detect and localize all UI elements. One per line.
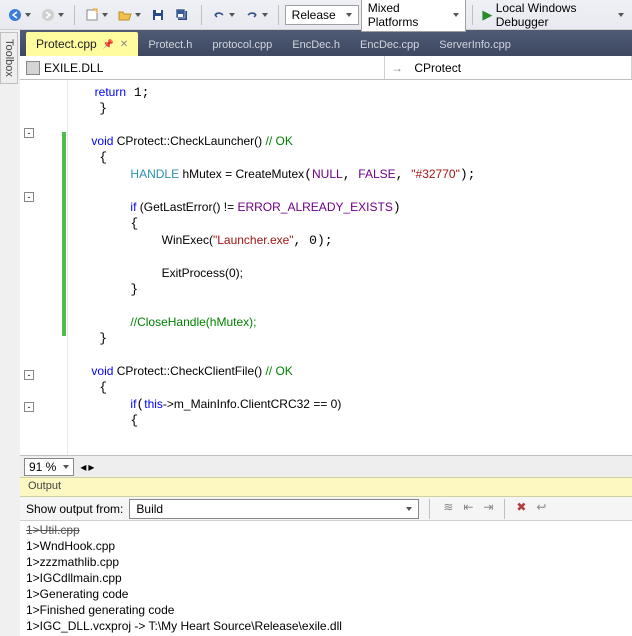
fold-toggle[interactable]: - xyxy=(24,192,34,202)
output-source-combo[interactable]: Build xyxy=(129,499,419,519)
scope-project[interactable]: EXILE.DLL xyxy=(20,56,385,79)
fold-toggle[interactable]: - xyxy=(24,370,34,380)
next-message-icon[interactable]: ⇥ xyxy=(480,499,496,515)
start-debug-button[interactable]: ▶ Local Windows Debugger xyxy=(478,0,628,31)
nav-fwd-icon[interactable]: ▸ xyxy=(88,460,94,474)
prev-message-icon[interactable]: ⇤ xyxy=(460,499,476,515)
fold-toggle[interactable]: - xyxy=(24,128,34,138)
tab-protocol-cpp[interactable]: protocol.cpp xyxy=(202,34,282,56)
redo-button[interactable] xyxy=(241,6,272,24)
output-toolbar: Show output from: Build ≋ ⇤ ⇥ ✖ ↩ xyxy=(20,497,632,521)
save-button[interactable] xyxy=(147,6,169,24)
back-button[interactable] xyxy=(4,6,35,24)
code-editor[interactable]: - - - - return 1; } void CProtect::Check… xyxy=(20,80,632,455)
scope-bar: EXILE.DLL → CProtect xyxy=(20,56,632,80)
tab-protect-h[interactable]: Protect.h xyxy=(138,34,202,56)
new-project-button[interactable] xyxy=(81,6,112,24)
tab-encdec-cpp[interactable]: EncDec.cpp xyxy=(350,34,429,56)
main-toolbar: Release Mixed Platforms ▶ Local Windows … xyxy=(0,0,632,30)
toolbox-sidetab[interactable]: Toolbox xyxy=(0,32,18,84)
show-output-label: Show output from: xyxy=(26,502,123,516)
pin-icon[interactable]: 📌 xyxy=(103,39,114,50)
platform-combo[interactable]: Mixed Platforms xyxy=(361,0,466,32)
wrap-icon[interactable]: ↩ xyxy=(533,499,549,515)
undo-button[interactable] xyxy=(208,6,239,24)
zoom-combo[interactable]: 91 % xyxy=(24,458,74,476)
zoom-bar: 91 % ◂▸ xyxy=(20,455,632,477)
project-icon xyxy=(26,61,40,75)
tab-protect-cpp[interactable]: Protect.cpp📌✕ xyxy=(26,32,138,56)
play-icon: ▶ xyxy=(482,7,492,23)
code-body[interactable]: return 1; } void CProtect::CheckLauncher… xyxy=(68,80,632,455)
gutter: - - - - xyxy=(20,80,68,455)
find-message-icon[interactable]: ≋ xyxy=(440,499,456,515)
config-combo[interactable]: Release xyxy=(285,5,359,25)
tab-encdec-h[interactable]: EncDec.h xyxy=(282,34,350,56)
output-body[interactable]: 1>Util.cpp 1>WndHook.cpp 1>zzzmathlib.cp… xyxy=(20,521,632,636)
change-marker xyxy=(62,132,66,336)
forward-button[interactable] xyxy=(37,6,68,24)
close-icon[interactable]: ✕ xyxy=(120,39,128,50)
nav-back-icon[interactable]: ◂ xyxy=(80,460,86,474)
fold-toggle[interactable]: - xyxy=(24,402,34,412)
open-button[interactable] xyxy=(114,6,145,24)
output-header[interactable]: Output xyxy=(20,477,632,497)
document-tabs: Protect.cpp📌✕ Protect.h protocol.cpp Enc… xyxy=(20,30,632,56)
clear-icon[interactable]: ✖ xyxy=(513,499,529,515)
tab-serverinfo-cpp[interactable]: ServerInfo.cpp xyxy=(429,34,521,56)
save-all-button[interactable] xyxy=(171,6,195,24)
scope-class[interactable]: → CProtect xyxy=(385,56,632,79)
